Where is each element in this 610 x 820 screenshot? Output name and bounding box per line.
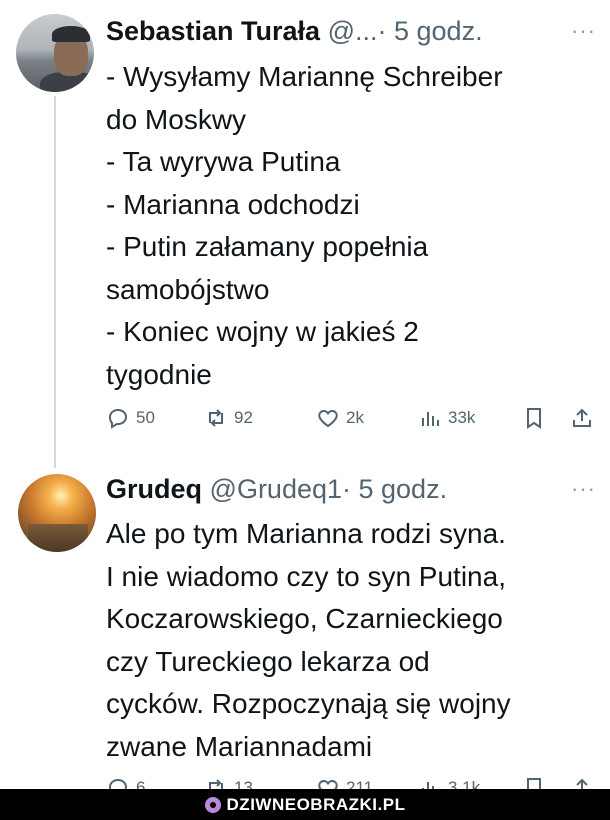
tweet-text: Ale po tym Marianna rodzi syna. I nie wi… — [106, 518, 511, 762]
tweet-text: - Wysyłamy Mariannę Schreiber do Moskwy … — [106, 61, 503, 390]
site-name: DZIWNEOBRAZKI.PL — [226, 794, 406, 814]
like-button[interactable]: 211 — [316, 776, 373, 790]
avatar-landscape — [28, 524, 88, 552]
heart-icon — [318, 409, 338, 428]
timestamp[interactable]: · 5 godz. — [378, 16, 483, 46]
thread-line — [54, 96, 56, 468]
views-chart-icon — [422, 782, 439, 790]
user-handle[interactable]: @Grudeq1 — [210, 474, 342, 504]
share-icon — [573, 408, 591, 427]
heart-icon — [318, 779, 338, 790]
reply-icon — [108, 778, 128, 790]
action-bar: 50 92 2k 33k — [106, 406, 596, 436]
reply-count: 50 — [136, 408, 155, 427]
more-options-icon[interactable]: ··· — [571, 476, 596, 502]
repost-icon — [209, 409, 223, 427]
site-logo[interactable]: DZIWNEOBRAZKI.PL — [204, 794, 406, 815]
bookmark-icon — [527, 408, 541, 429]
repost-button[interactable]: 92 — [204, 406, 253, 430]
avatar-cap — [52, 26, 90, 42]
views-button[interactable]: 3.1k — [418, 776, 480, 790]
site-logo-icon — [204, 796, 221, 813]
share-button[interactable] — [570, 776, 594, 790]
avatar[interactable] — [18, 474, 96, 552]
repost-button[interactable]: 13 — [204, 776, 253, 790]
more-options-icon[interactable]: ··· — [571, 18, 596, 44]
watermark-footer: DZIWNEOBRAZKI.PL — [0, 789, 610, 820]
reply-icon — [108, 408, 128, 429]
bookmark-icon — [527, 778, 541, 790]
timestamp[interactable]: · 5 godz. — [342, 474, 447, 504]
display-name[interactable]: Grudeq — [106, 474, 202, 504]
display-name[interactable]: Sebastian Turała — [106, 16, 320, 46]
repost-icon — [209, 779, 223, 790]
avatar[interactable] — [16, 14, 94, 92]
like-button[interactable]: 2k — [316, 406, 364, 430]
user-handle[interactable]: @... — [328, 16, 378, 46]
reply-button[interactable]: 6 — [106, 776, 145, 790]
bookmark-button[interactable] — [522, 776, 546, 790]
tweet-header: Grudeq @Grudeq1· 5 godz. — [106, 474, 447, 505]
views-button[interactable]: 33k — [418, 406, 475, 430]
views-count: 33k — [448, 408, 476, 427]
action-bar: 6 13 211 3.1k — [106, 776, 596, 790]
reply-button[interactable]: 50 — [106, 406, 155, 430]
tweet-header: Sebastian Turała @...· 5 godz. — [106, 16, 483, 47]
share-icon — [573, 778, 591, 790]
views-chart-icon — [422, 412, 439, 426]
repost-count: 92 — [234, 408, 253, 427]
bookmark-button[interactable] — [522, 406, 546, 430]
share-button[interactable] — [570, 406, 594, 430]
like-count: 2k — [346, 408, 364, 427]
